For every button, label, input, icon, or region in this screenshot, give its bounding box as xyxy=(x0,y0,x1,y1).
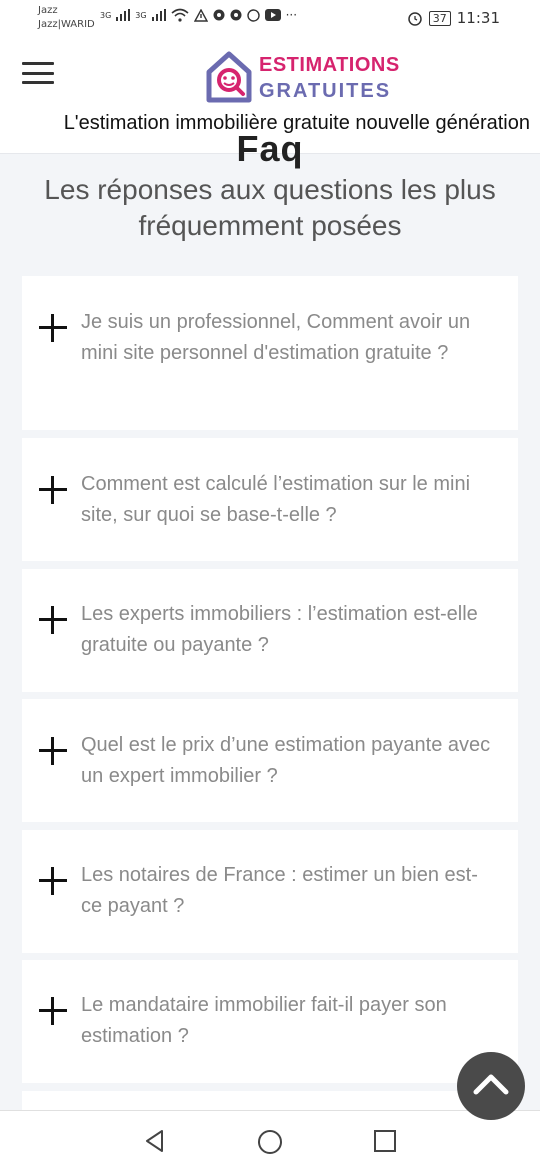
faq-question[interactable]: Comment est calculé l’estimation sur le … xyxy=(81,469,491,531)
site-logo[interactable]: ESTIMATIONS GRATUITES xyxy=(205,50,400,106)
network-label-2: 3G xyxy=(135,10,147,20)
logo-line1: ESTIMATIONS xyxy=(259,54,400,76)
faq-question[interactable]: Je suis un professionnel, Comment avoir … xyxy=(81,307,491,369)
warning-icon xyxy=(193,8,208,22)
logo-house-icon xyxy=(206,51,252,103)
faq-heading: Faq xyxy=(236,136,304,169)
chevron-up-icon xyxy=(473,1074,509,1095)
status-right: 37 11:31 xyxy=(407,9,500,27)
clock: 11:31 xyxy=(456,9,500,27)
faq-subtitle: Les réponses aux questions les plus fréq… xyxy=(44,174,496,241)
plus-icon[interactable] xyxy=(39,997,67,1025)
carrier-line1: Jazz xyxy=(38,5,58,16)
faq-question[interactable]: Les experts immobiliers : l’estimation e… xyxy=(81,599,491,661)
youtube-icon xyxy=(264,9,281,21)
faq-item[interactable]: Je suis un professionnel, Comment avoir … xyxy=(22,276,518,430)
logo-wordmark: ESTIMATIONS GRATUITES xyxy=(259,52,400,104)
system-nav-bar xyxy=(0,1110,540,1170)
record-icon xyxy=(213,9,225,21)
faq-item[interactable]: Les notaires de France : estimer un bien… xyxy=(22,830,518,953)
faq-item[interactable]: Les experts immobiliers : l’estimation e… xyxy=(22,569,518,692)
carrier-info: Jazz Jazz|WARID xyxy=(38,4,95,32)
back-triangle-icon[interactable] xyxy=(143,1129,167,1153)
record-icon xyxy=(230,9,242,21)
faq-heading-clip: Faq xyxy=(0,136,540,176)
faq-question[interactable]: Quel est le prix d’une estimation payant… xyxy=(81,730,491,792)
faq-question[interactable]: Les notaires de France : estimer un bien… xyxy=(81,860,491,922)
home-circle-icon[interactable] xyxy=(257,1129,283,1155)
site-tagline: L'estimation immobilière gratuite nouvel… xyxy=(63,112,530,134)
faq-item[interactable]: Le mandataire immobilier fait-il payer s… xyxy=(22,960,518,1083)
signal-icon xyxy=(116,9,131,21)
whatsapp-icon xyxy=(246,8,260,22)
status-bar: Jazz Jazz|WARID 3G 3G ··· 37 11:31 xyxy=(0,0,540,36)
carrier-line2: Jazz|WARID xyxy=(38,19,95,30)
scroll-to-top-button[interactable] xyxy=(457,1052,525,1120)
wifi-icon xyxy=(171,8,189,22)
recents-square-icon[interactable] xyxy=(373,1129,397,1153)
faq-question[interactable]: Le mandataire immobilier fait-il payer s… xyxy=(81,990,491,1052)
signal-icon xyxy=(151,9,166,21)
hamburger-menu-icon[interactable] xyxy=(22,62,54,84)
faq-item[interactable]: Quel est le prix d’une estimation payant… xyxy=(22,699,518,822)
status-icons: 3G 3G ··· xyxy=(100,8,297,22)
more-notifications: ··· xyxy=(285,8,298,22)
plus-icon[interactable] xyxy=(39,606,67,634)
plus-icon[interactable] xyxy=(39,314,67,342)
plus-icon[interactable] xyxy=(39,737,67,765)
network-label-1: 3G xyxy=(100,10,112,20)
plus-icon[interactable] xyxy=(39,867,67,895)
logo-line2: GRATUITES xyxy=(259,80,392,102)
alarm-icon xyxy=(408,12,422,26)
plus-icon[interactable] xyxy=(39,476,67,504)
battery-icon: 37 xyxy=(428,10,451,26)
faq-item[interactable]: Comment est calculé l’estimation sur le … xyxy=(22,438,518,561)
